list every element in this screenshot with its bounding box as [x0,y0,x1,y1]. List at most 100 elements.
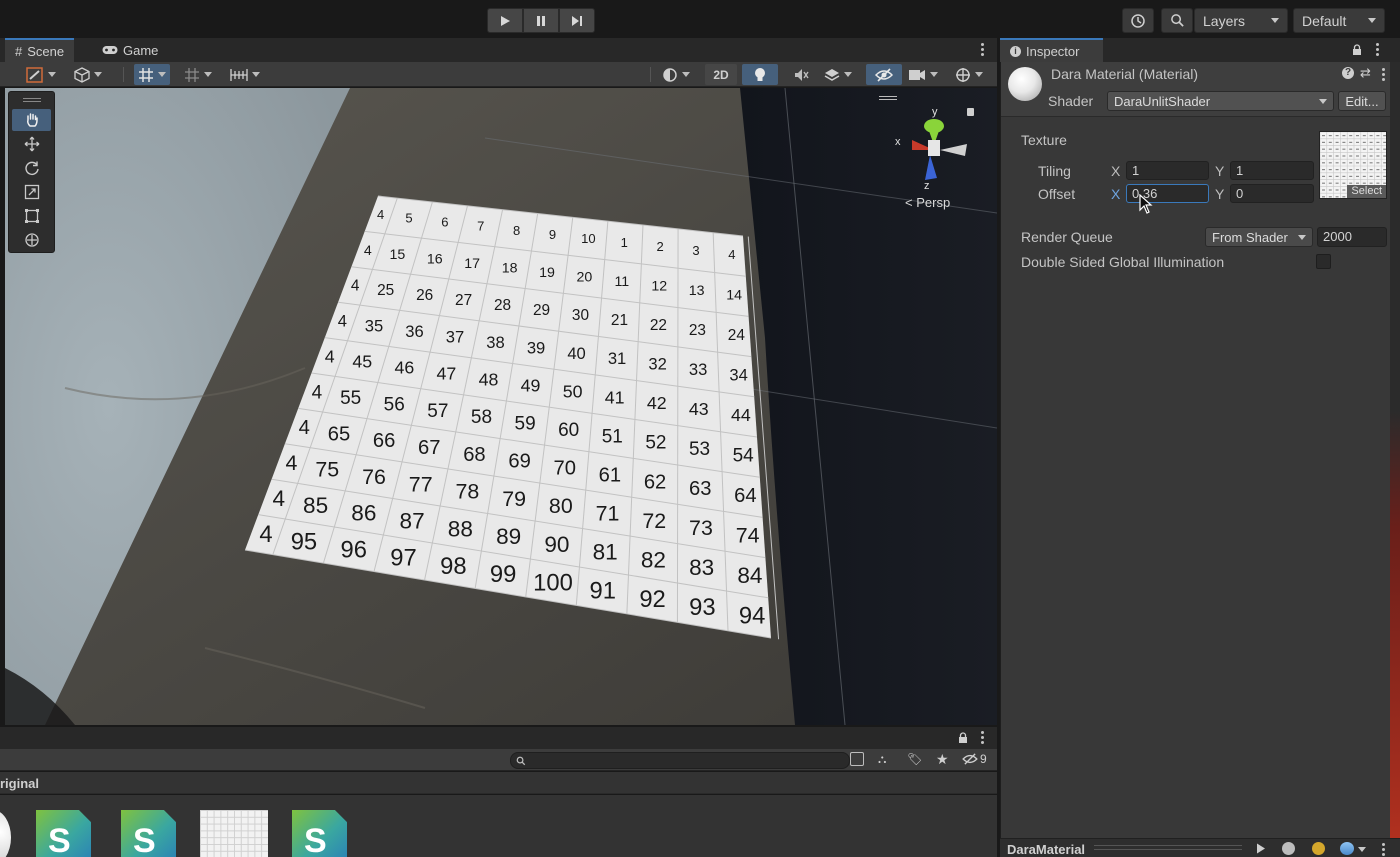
lock-icon[interactable] [958,732,968,747]
thumb-cell-mark [1322,141,1325,143]
pause-button[interactable] [523,8,559,33]
ruler-dropdown[interactable] [226,64,264,85]
scene-menu-icon[interactable] [980,43,984,56]
lighting-toggle[interactable] [742,64,778,85]
tab-inspector[interactable]: i Inspector [1000,38,1103,62]
draw-mode-dropdown[interactable] [22,64,60,85]
grid-cell-label: 4 [259,521,272,548]
edit-shader-button[interactable]: Edit... [1338,91,1386,111]
preview-drag-handle[interactable] [1094,845,1242,850]
increment-snap-dropdown[interactable] [180,64,216,85]
lock-icon[interactable] [1352,44,1362,59]
chevron-down-icon [682,72,690,77]
tab-game[interactable]: Game [92,38,168,62]
thumb-cell-mark [1335,148,1339,150]
grid-cell-label: 46 [394,358,414,378]
audio-toggle[interactable] [786,64,816,85]
thumb-cell-mark [1342,155,1346,157]
move-tool[interactable] [12,133,51,155]
material-menu-icon[interactable] [1381,68,1385,81]
thumb-cell-mark [1362,182,1366,184]
panel-grip-icon[interactable] [23,98,41,102]
shader-asset-thumb[interactable]: S [121,810,176,857]
layout-label: Default [1302,12,1347,29]
help-icon[interactable]: ? [1342,67,1354,79]
shader-asset-thumb[interactable]: S [36,810,91,857]
chevron-down-icon [844,72,852,77]
history-button[interactable] [1122,8,1154,33]
texture-slot[interactable]: Select [1319,131,1387,199]
favorites-star-icon[interactable]: ★ [936,751,949,768]
preview-menu-icon[interactable] [1381,843,1385,856]
thumb-cell-mark [1369,148,1373,150]
thumb-cell-mark [1342,148,1346,150]
grid-cell-label: 13 [689,283,705,299]
search-by-type-icon[interactable] [850,752,864,766]
gizmo-lock-icon[interactable] [967,108,974,116]
texture-asset-thumb[interactable] [200,810,268,857]
tiling-x-input[interactable]: 1 [1126,161,1209,180]
camera-dropdown[interactable] [904,64,942,85]
scene-viewport[interactable]: 4 5 6 7 8 9 10 1 2 3 4 4 15 16 17 18 19 20 11 12 13 14 4 25 26 27… [5,88,997,725]
hand-icon [26,113,38,127]
shader-file-icon: S [304,822,327,857]
tiling-y-input[interactable]: 1 [1230,161,1314,180]
info-icon: i [1010,45,1021,57]
search-button[interactable] [1161,8,1193,33]
folder-name[interactable]: riginal [0,776,39,791]
grid-cell-label: 39 [527,338,545,357]
project-menu-icon[interactable] [980,731,984,744]
offset-y-input[interactable]: 0 [1230,184,1314,203]
scene-visibility-toggle[interactable] [866,64,902,85]
material-asset-thumb[interactable] [0,810,11,857]
play-button[interactable] [487,8,523,33]
tab-scene[interactable]: # Scene [5,38,75,62]
grid-cell-label: 83 [689,555,714,580]
toggle-2d-button[interactable]: 2D [705,64,737,85]
grid-cell-label: 50 [563,381,583,401]
effects-dropdown[interactable] [820,64,856,85]
render-queue-input[interactable]: 2000 [1317,227,1387,247]
hidden-packages-toggle[interactable]: 9 [962,752,987,766]
eye-off-icon [875,67,893,82]
search-by-label-icon[interactable]: ⛬ [878,752,886,767]
preview-light-icon[interactable] [1312,842,1325,855]
tiling-label: Tiling [1038,163,1071,179]
thumb-cell-mark [1362,169,1366,171]
gizmos-dropdown[interactable] [951,64,987,85]
double-sided-gi-checkbox[interactable] [1316,254,1331,269]
chevron-down-icon [1319,98,1327,104]
render-mode-dropdown[interactable] [658,64,694,85]
scale-tool[interactable] [12,181,51,203]
preset-icon[interactable]: ⇄ [1360,65,1371,81]
shader-dropdown[interactable]: DaraUnlitShader [1107,91,1334,111]
viewport-grip-icon[interactable] [879,96,897,100]
grid-cell-label: 4 [351,278,360,295]
gizmo-x-label: x [895,136,901,148]
chevron-down-icon[interactable] [1358,847,1366,852]
shading-dropdown[interactable] [70,64,106,85]
audio-mute-icon [795,68,809,81]
grid-cell-label: 22 [650,317,667,334]
inspector-menu-icon[interactable] [1375,43,1379,56]
grid-toggle[interactable] [134,64,170,85]
texture-select-button[interactable]: Select [1347,185,1386,198]
rect-tool[interactable] [12,205,51,227]
tag-icon[interactable]: 🏷 [907,752,922,766]
layers-dropdown[interactable]: Layers [1194,8,1288,33]
thumb-cell-mark [1328,196,1332,198]
grid-cell-label: 45 [352,352,372,372]
step-button[interactable] [559,8,595,33]
preview-sphere-icon[interactable] [1340,842,1354,855]
transform-tool[interactable] [12,229,51,251]
layout-dropdown[interactable]: Default [1293,8,1385,33]
render-queue-dropdown[interactable]: From Shader [1205,227,1313,247]
hand-tool[interactable] [12,109,51,131]
project-search-input[interactable] [510,752,850,769]
play-preview-icon[interactable] [1256,843,1266,854]
shader-asset-thumb[interactable]: S [292,810,347,857]
preview-shape-icon[interactable] [1282,842,1295,855]
rotate-tool[interactable] [12,157,51,179]
grid-cell-label: 4 [325,346,335,366]
projection-toggle[interactable]: < Persp [905,195,950,210]
